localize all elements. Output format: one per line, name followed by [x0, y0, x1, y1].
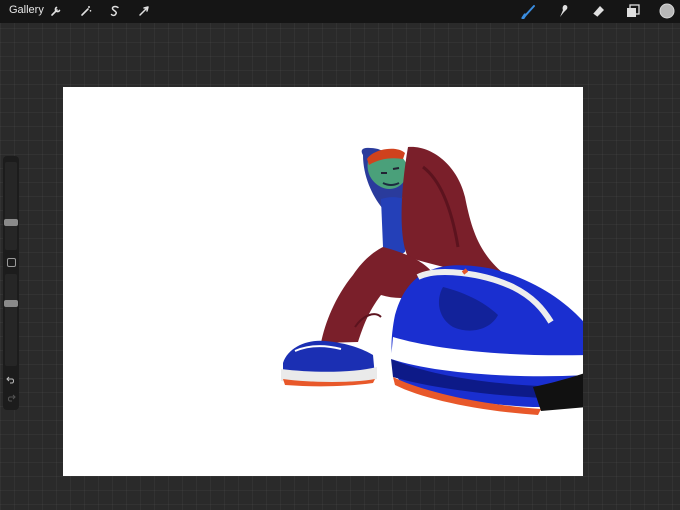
artwork-illustration	[281, 146, 583, 415]
layers-icon[interactable]	[625, 3, 641, 19]
sidebar	[3, 156, 19, 410]
transform-icon[interactable]	[136, 3, 152, 19]
magic-wand-icon[interactable]	[78, 3, 94, 19]
color-icon[interactable]	[659, 3, 675, 19]
eraser-icon[interactable]	[590, 3, 606, 19]
smudge-icon[interactable]	[555, 3, 571, 19]
brush-icon[interactable]	[521, 3, 537, 19]
wrench-icon[interactable]	[48, 3, 64, 19]
brush-size-thumb[interactable]	[4, 219, 18, 226]
drawing-canvas[interactable]	[63, 87, 583, 476]
modify-button[interactable]	[7, 258, 16, 267]
selection-icon[interactable]	[107, 3, 123, 19]
opacity-slider[interactable]	[4, 274, 18, 366]
opacity-thumb[interactable]	[4, 300, 18, 307]
top-toolbar: Gallery	[0, 0, 680, 23]
redo-icon[interactable]	[5, 392, 17, 404]
brush-size-slider[interactable]	[4, 162, 18, 250]
gallery-button[interactable]: Gallery	[9, 4, 44, 16]
undo-icon[interactable]	[5, 374, 17, 386]
